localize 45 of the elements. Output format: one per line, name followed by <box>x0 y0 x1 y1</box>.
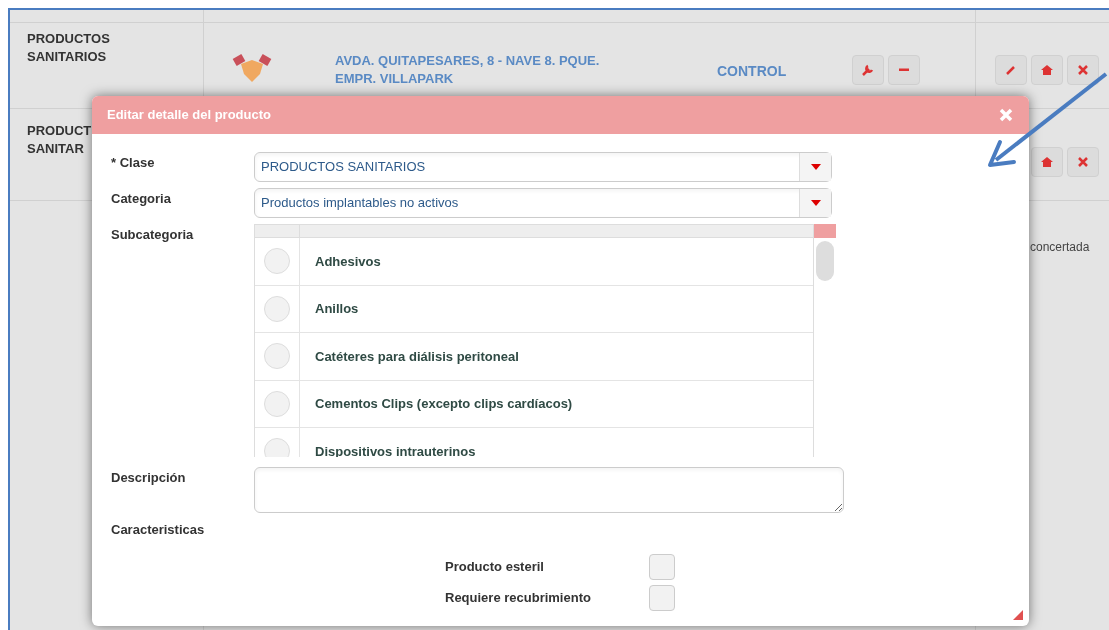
delete-button[interactable] <box>1067 147 1099 177</box>
description-field[interactable] <box>254 467 844 513</box>
scrollbar-thumb[interactable] <box>816 241 834 281</box>
radio-button[interactable] <box>264 343 290 370</box>
handshake-icon <box>232 52 272 84</box>
edit-button[interactable] <box>995 55 1027 85</box>
field-label: Categoria <box>111 190 172 208</box>
scroll-header <box>814 224 836 238</box>
dialog-title: Editar detalle del producto <box>107 106 271 125</box>
radio-button[interactable] <box>264 295 290 322</box>
resize-handle-icon[interactable] <box>1013 610 1023 620</box>
dropdown-field[interactable]: PRODUCTOS SANITARIOS <box>254 152 832 182</box>
option-label[interactable]: Cementos Clips (excepto clips cardíacos) <box>300 380 573 427</box>
remove-button[interactable] <box>888 55 920 85</box>
field-label: * Clase <box>111 154 156 172</box>
radio-button[interactable] <box>264 390 290 417</box>
dropdown-field[interactable]: Productos implantables no activos <box>254 188 832 218</box>
field-label: Subcategoria <box>111 226 195 244</box>
delete-button[interactable] <box>1067 55 1099 85</box>
radio-button[interactable] <box>264 248 290 275</box>
product-class: PRODUCTOS SANITARIOS <box>27 30 110 66</box>
side-note: concertada <box>1030 239 1090 256</box>
close-button[interactable] <box>998 107 1014 123</box>
home-icon <box>1039 62 1055 78</box>
type-text: CONTROL <box>717 62 787 81</box>
product-class: PRODUCT SANITAR <box>27 122 92 158</box>
caret-icon <box>810 164 821 170</box>
checkbox-label: Producto esteril <box>445 557 545 576</box>
home-icon <box>1039 154 1055 170</box>
option-label[interactable]: Catéteres para diálisis peritoneal <box>300 333 519 380</box>
checkbox[interactable] <box>649 584 675 611</box>
address-text: AVDA. QUITAPESARES, 8 - NAVE 8. PQUE. EMPR. VILLAPARK <box>335 52 600 88</box>
minus-icon <box>899 68 909 72</box>
close-icon <box>999 108 1013 122</box>
option-label[interactable]: Adhesivos <box>300 238 381 285</box>
radio-button[interactable] <box>264 438 290 457</box>
field-label: Caracteristicas <box>111 521 206 539</box>
option-label[interactable]: Anillos <box>300 285 359 332</box>
field-label: Descripción <box>111 469 187 487</box>
home-button[interactable] <box>1031 147 1063 177</box>
wrench-icon <box>860 62 876 78</box>
checkbox-label: Requiere recubrimiento <box>445 588 592 607</box>
checkbox[interactable] <box>649 553 675 580</box>
home-button[interactable] <box>1031 55 1063 85</box>
tool-button[interactable] <box>852 55 884 85</box>
